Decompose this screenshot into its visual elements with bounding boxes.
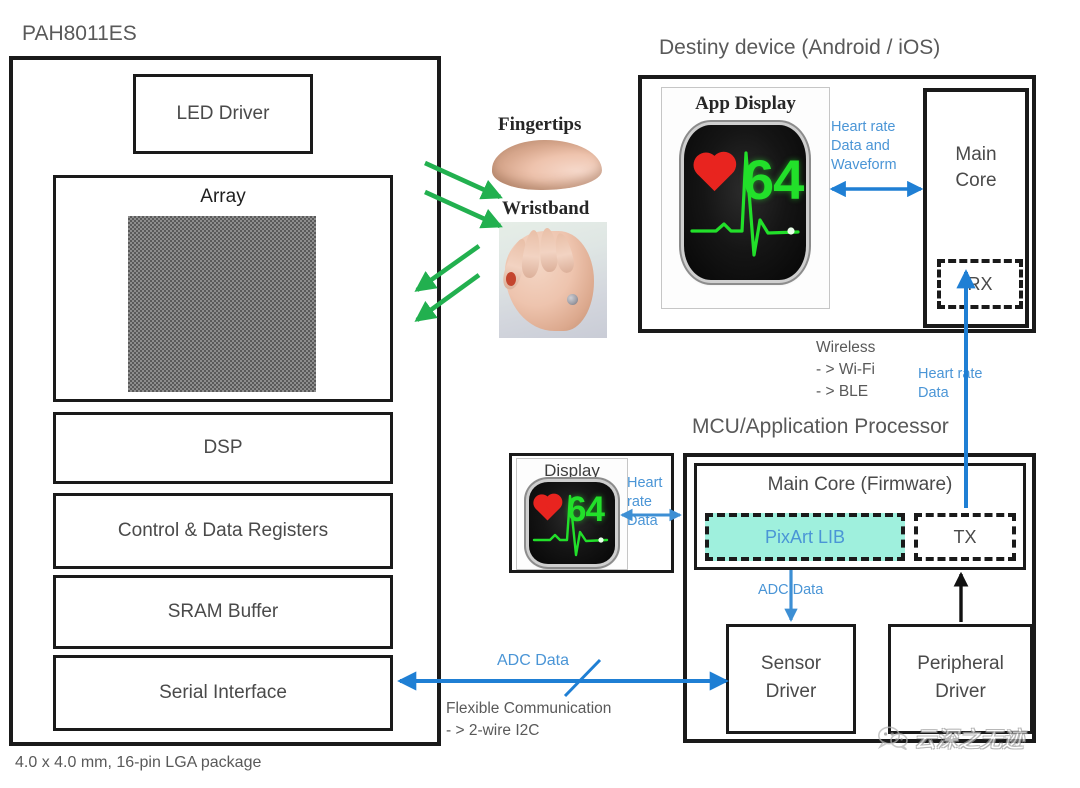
pixart-lib-block[interactable]: PixArt LIB — [705, 513, 905, 561]
block-dsp[interactable]: DSP — [53, 412, 393, 484]
wrist-sensor-dot — [567, 294, 578, 305]
pixart-lib-label: PixArt LIB — [764, 526, 846, 547]
mcu-link-label: Heart rate Data — [627, 474, 662, 531]
mcu-adc-internal-label: ADC Data — [758, 582, 824, 598]
sensor-array-texture — [128, 216, 316, 392]
wrist-photo — [499, 222, 607, 338]
bus-adc-label: ADC Data — [497, 652, 570, 669]
mcu-link-line-1: Heart — [627, 475, 663, 491]
destiny-main-core[interactable]: Main Core RX — [923, 88, 1029, 328]
block-serial-interface-label: Serial Interface — [159, 682, 287, 703]
wireless-heading: Wireless — [816, 339, 876, 356]
destiny-link-line-2: Data and — [831, 138, 890, 155]
destiny-link-line-3: Waveform — [831, 157, 897, 174]
wireless-uplink-line-1: Heart rate — [918, 366, 983, 382]
block-serial-interface[interactable]: Serial Interface — [53, 655, 393, 731]
block-led-driver[interactable]: LED Driver — [133, 74, 313, 154]
sensor-driver-line-1: Sensor — [760, 653, 822, 674]
wireless-option-wifi: - > Wi-Fi — [816, 361, 875, 378]
wireless-uplink-label: Heart rate Data — [918, 365, 982, 403]
i2c-bus-slash — [563, 658, 602, 698]
mcu-tx-block[interactable]: TX — [914, 513, 1016, 561]
mcu-main-core-label: Main Core (Firmware) — [767, 474, 953, 495]
sensor-driver-block[interactable]: Sensor Driver — [726, 624, 856, 734]
mcu-link-line-3: Data — [627, 513, 658, 530]
destiny-main-core-line-2: Core — [955, 170, 997, 191]
ecg-waveform-icon — [690, 151, 800, 257]
ecg-waveform-icon — [532, 494, 609, 557]
wireless-info: Wireless - > Wi-Fi - > BLE — [816, 337, 875, 403]
peripheral-driver-line-1: Peripheral — [917, 653, 1004, 674]
block-control-data-registers-label: Control & Data Registers — [117, 520, 329, 541]
bus-flexible-line-1: Flexible Communication — [446, 700, 612, 717]
peripheral-driver-line-2: Driver — [935, 681, 986, 702]
fingertips-label: Fingertips — [498, 114, 582, 135]
block-sram-buffer[interactable]: SRAM Buffer — [53, 575, 393, 649]
destiny-rx-label: RX — [967, 273, 993, 294]
block-led-driver-label: LED Driver — [176, 103, 270, 124]
wristband-label: Wristband — [502, 198, 590, 219]
watermark: 云深之无迹 — [878, 722, 1024, 754]
mcu-main-core[interactable]: Main Core (Firmware) PixArt LIB TX — [694, 463, 1026, 570]
nail-accent — [506, 272, 516, 286]
mcu-display-watch[interactable]: 64 — [529, 482, 615, 564]
wechat-icon — [878, 726, 908, 750]
sensor-driver-line-2: Driver — [765, 681, 817, 702]
destiny-device-title: Destiny device (Android / iOS) — [659, 36, 941, 59]
block-sram-buffer-label: SRAM Buffer — [167, 601, 279, 622]
destiny-rx-block[interactable]: RX — [937, 259, 1023, 309]
block-array-label: Array — [200, 186, 246, 207]
watermark-text: 云深之无迹 — [914, 727, 1025, 752]
wireless-option-ble: - > BLE — [816, 383, 869, 400]
block-array[interactable]: Array — [53, 175, 393, 402]
package-note: 4.0 x 4.0 mm, 16-pin LGA package — [15, 754, 262, 771]
bus-flexible-info: Flexible Communication - > 2-wire I2C — [446, 698, 611, 742]
mcu-display-panel: Display 64 — [516, 458, 628, 570]
app-display-label: App Display — [695, 93, 796, 114]
block-dsp-label: DSP — [203, 437, 243, 458]
destiny-main-core-line-1: Main — [955, 144, 997, 165]
bus-flexible-line-2: - > 2-wire I2C — [446, 722, 540, 739]
peripheral-driver-block[interactable]: Peripheral Driver — [888, 624, 1033, 734]
app-display-watch[interactable]: 64 — [684, 125, 806, 280]
block-control-data-registers[interactable]: Control & Data Registers — [53, 493, 393, 569]
mcu-title: MCU/Application Processor — [692, 415, 949, 438]
fingertip-photo — [492, 140, 602, 190]
wireless-uplink-line-2: Data — [918, 385, 949, 402]
destiny-link-line-1: Heart rate — [831, 119, 896, 135]
sensor-chip-title: PAH8011ES — [22, 22, 137, 45]
mcu-display-label: Display — [544, 461, 600, 480]
app-display-panel: App Display 64 — [661, 87, 830, 309]
mcu-link-line-2: rate — [627, 494, 652, 511]
destiny-link-label: Heart rate Data and Waveform — [831, 118, 897, 175]
mcu-tx-label: TX — [953, 526, 977, 547]
diagram-canvas: PAH8011ES LED Driver Array DSP Control &… — [0, 0, 1080, 788]
